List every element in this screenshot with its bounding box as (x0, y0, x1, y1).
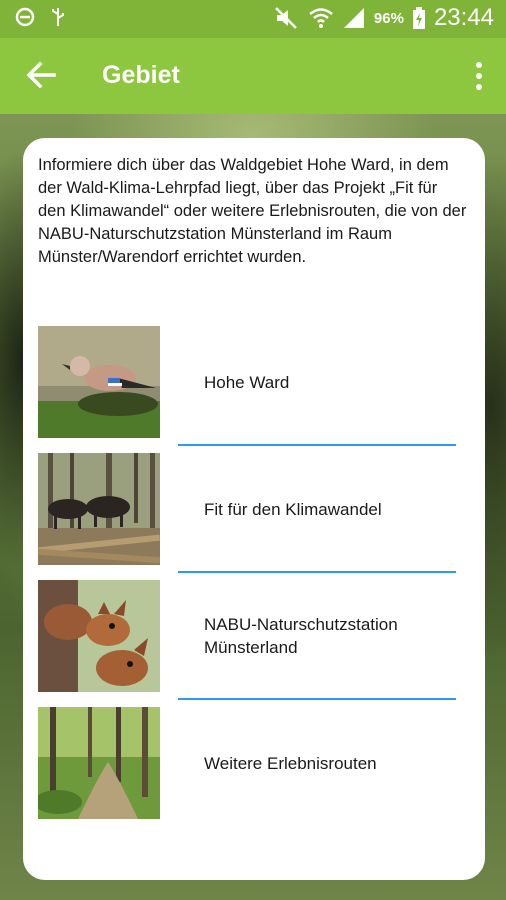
divider (178, 571, 456, 573)
forest-path-photo (38, 707, 160, 819)
jay-bird-photo (38, 326, 160, 438)
list-item-klimawandel[interactable]: Fit für den Klimawandel (38, 453, 468, 565)
minus-circle-icon (15, 7, 35, 27)
page-title: Gebiet (102, 61, 180, 89)
content-card: Informiere dich über das Waldgebiet Hohe… (23, 138, 485, 880)
app-bar: Gebiet (0, 38, 506, 114)
list-item-erlebnisrouten[interactable]: Weitere Erlebnisrouten (38, 707, 468, 819)
usb-icon (52, 8, 64, 26)
list-item-nabu-station[interactable]: NABU-Naturschutzstation Münsterland (38, 580, 468, 692)
list-item-label: Weitere Erlebnisrouten (204, 753, 377, 773)
back-arrow-icon[interactable] (24, 58, 58, 92)
list-item-hohe-ward[interactable]: Hohe Ward (38, 326, 468, 438)
squirrels-photo (38, 580, 160, 692)
signal-icon (343, 8, 364, 28)
horses-forest-photo (38, 453, 160, 565)
clock: 23:44 (433, 4, 494, 31)
overflow-menu-icon[interactable] (474, 62, 484, 92)
list-item-label: Hohe Ward (204, 372, 290, 392)
divider (178, 444, 456, 446)
intro-text: Informiere dich über das Waldgebiet Hohe… (38, 156, 467, 266)
list-item-label: Fit für den Klimawandel (204, 499, 382, 519)
status-bar: 96% 23:44 (0, 0, 506, 38)
battery-percent: 96% (373, 9, 404, 27)
divider (178, 698, 456, 700)
list-item-label: NABU-Naturschutzstation Münsterland (204, 615, 398, 657)
mute-icon (275, 7, 297, 29)
wifi-icon (309, 8, 333, 28)
battery-icon (412, 7, 425, 29)
